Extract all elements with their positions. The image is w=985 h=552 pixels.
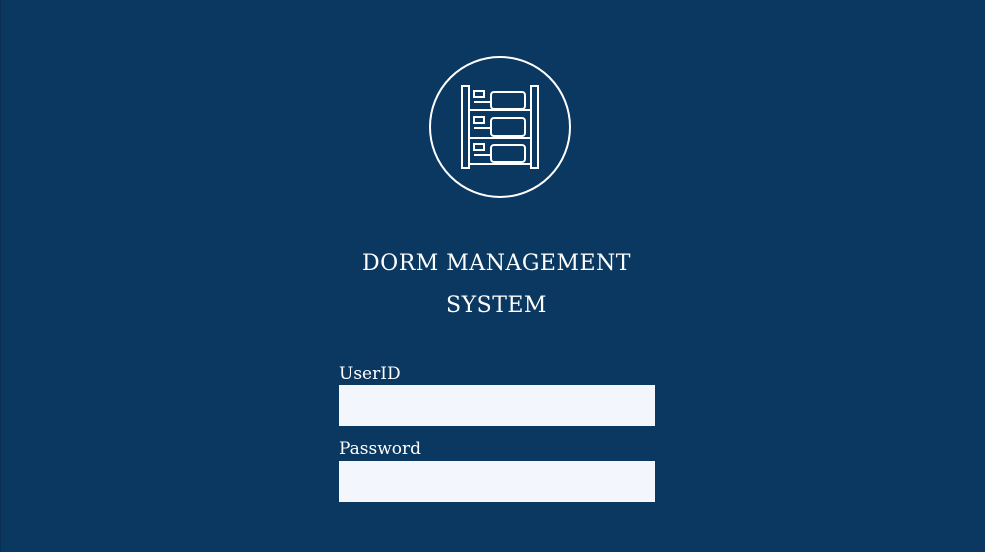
app-title: DORM MANAGEMENT (362, 251, 631, 276)
login-screen: DORM MANAGEMENT SYSTEM UserID Password (0, 0, 985, 552)
server-rack-icon (428, 55, 572, 199)
app-title-subtitle: SYSTEM (446, 293, 547, 318)
password-input[interactable] (339, 461, 655, 502)
password-label: Password (339, 439, 422, 459)
userid-input[interactable] (339, 385, 655, 426)
userid-label: UserID (339, 364, 401, 384)
